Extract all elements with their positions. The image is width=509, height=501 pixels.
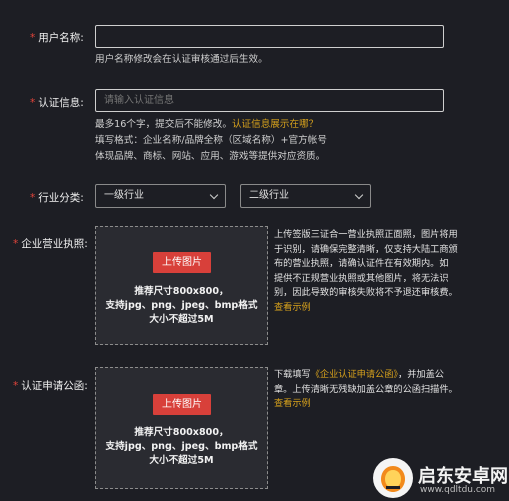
letter-upload-area[interactable]: 上传图片 推荐尺寸800x800， 支持jpg、png、jpeg、bmp格式 大… (95, 367, 268, 489)
letter-upload-button[interactable]: 上传图片 (153, 394, 211, 415)
secondary-industry-select[interactable]: 二级行业 (240, 184, 371, 208)
required-mark: * (30, 32, 36, 44)
username-input[interactable] (95, 25, 444, 48)
watermark-logo-icon (373, 458, 413, 498)
required-mark: * (30, 97, 36, 109)
letter-template-download-link[interactable]: 《企业认证申请公函》 (311, 369, 398, 380)
license-example-link[interactable]: 查看示例 (274, 301, 474, 316)
license-label: * 企业营业执照: (13, 238, 88, 250)
upload-size-note: 推荐尺寸800x800， (134, 427, 229, 438)
letter-example-link[interactable]: 查看示例 (274, 397, 474, 412)
watermark-url: www.qdltdu.com (420, 485, 496, 495)
username-hint: 用户名称修改会在认证审核通过后生效。 (95, 54, 268, 65)
primary-industry-select[interactable]: 一级行业 (95, 184, 226, 208)
required-mark: * (30, 192, 36, 204)
upload-limit-note: 大小不超过5M (149, 455, 214, 466)
cert-info-input[interactable] (95, 89, 444, 112)
cert-info-label: * 认证信息: (30, 97, 84, 109)
required-mark: * (13, 238, 19, 250)
chevron-down-icon (354, 190, 364, 200)
license-upload-area[interactable]: 上传图片 推荐尺寸800x800， 支持jpg、png、jpeg、bmp格式 大… (95, 226, 268, 345)
license-upload-button[interactable]: 上传图片 (153, 252, 211, 273)
cert-info-display-link[interactable]: 认证信息展示在哪？ (232, 119, 318, 130)
letter-description: 下载填写《企业认证申请公函》，并加盖公 章。上传清晰无残缺加盖公章的公函扫描件。… (274, 368, 474, 412)
upload-format-note: 支持jpg、png、jpeg、bmp格式 (105, 441, 258, 452)
cert-info-hint: 最多16个字，提交后不能修改。认证信息展示在哪？ 填写格式：企业名称/品牌全称（… (95, 119, 327, 162)
upload-size-note: 推荐尺寸800x800， (134, 286, 229, 297)
username-label: * 用户名称: (30, 32, 84, 44)
chevron-down-icon (209, 190, 219, 200)
license-description: 上传签版三证合一营业执照正面照，图片将用 于识别，请确保完整清晰，仅支持大陆工商… (274, 228, 474, 315)
industry-label: * 行业分类: (30, 192, 84, 204)
upload-format-note: 支持jpg、png、jpeg、bmp格式 (105, 300, 258, 311)
upload-limit-note: 大小不超过5M (149, 314, 214, 325)
application-letter-label: * 认证申请公函: (13, 380, 88, 392)
required-mark: * (13, 380, 19, 392)
